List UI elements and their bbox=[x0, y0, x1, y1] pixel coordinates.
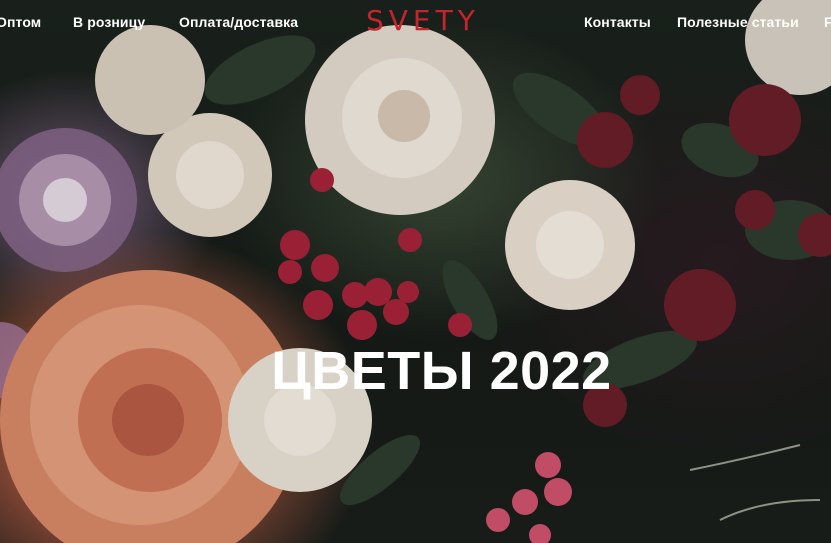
nav-link-wholesale[interactable]: Оптом bbox=[0, 14, 41, 30]
hero-banner: Оптом В розницу Оплата/доставка SVETY Ко… bbox=[0, 0, 831, 543]
nav-link-contacts[interactable]: Контакты bbox=[584, 14, 651, 30]
top-navigation: Оптом В розницу Оплата/доставка SVETY Ко… bbox=[0, 0, 831, 46]
nav-link-more[interactable]: F bbox=[824, 14, 831, 30]
image-dim-overlay bbox=[0, 0, 831, 543]
nav-link-payment-delivery[interactable]: Оплата/доставка bbox=[179, 14, 298, 30]
site-logo[interactable]: SVETY bbox=[366, 4, 480, 37]
hero-title: ЦВЕТЫ 2022 bbox=[271, 341, 612, 401]
nav-link-articles[interactable]: Полезные статьи bbox=[677, 14, 799, 30]
nav-link-retail[interactable]: В розницу bbox=[73, 14, 145, 30]
